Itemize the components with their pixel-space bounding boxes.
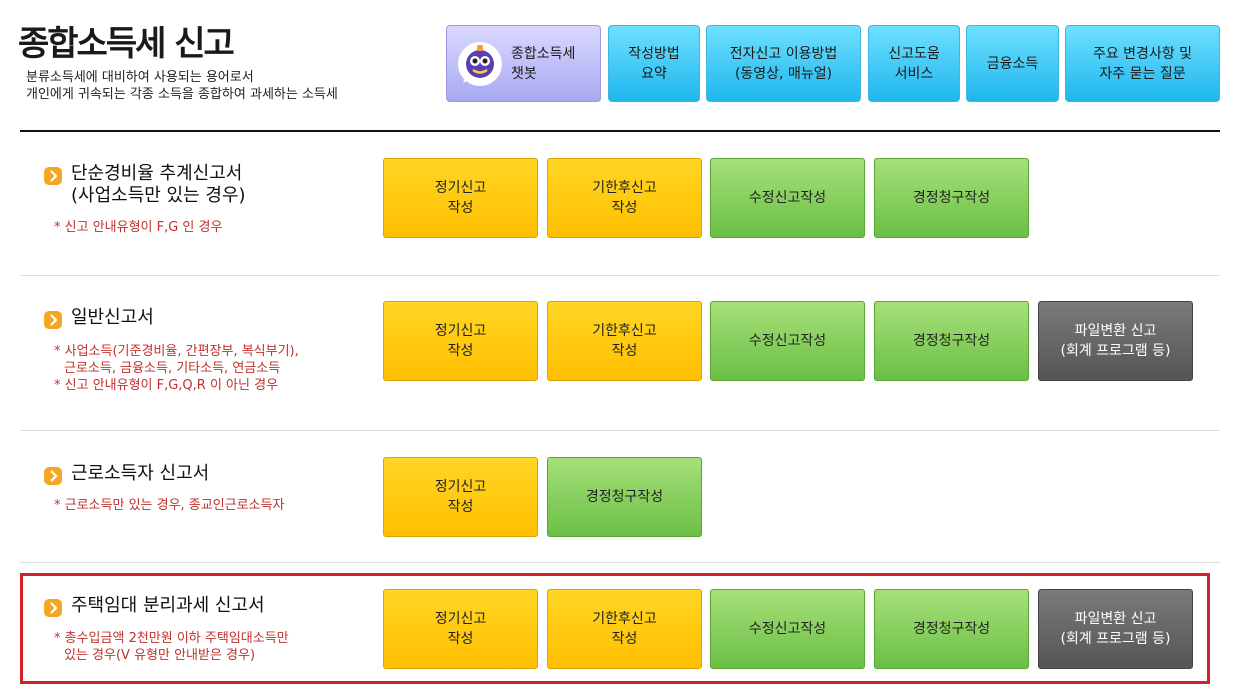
section-notes: * 사업소득(기준경비율, 간편장부, 복식부기), 근로소득, 금융소득, 기… (54, 343, 299, 394)
chatbot-icon (458, 41, 502, 86)
note-line: * 근로소득만 있는 경우, 종교인근로소득자 (54, 498, 285, 513)
button-label: 파일변환 신고 (회계 프로그램 등) (1060, 611, 1171, 647)
section-heading: 근로소득자 신고서 (44, 463, 209, 485)
note-line: * 신고 안내유형이 F,G 인 경우 (54, 220, 223, 235)
e-filing-guide-button[interactable]: 전자신고 이용방법 (동영상, 매뉴얼) (706, 25, 861, 102)
correction-claim-button[interactable]: 경정청구작성 (874, 589, 1029, 669)
button-label: 수정신고작성 (748, 333, 827, 349)
button-label: 경정청구작성 (912, 333, 991, 349)
button-label: 신고도움 서비스 (888, 45, 940, 82)
section-title: 주택임대 분리과세 신고서 (71, 595, 265, 617)
section-divider (20, 430, 1220, 431)
writing-guide-button[interactable]: 작성방법 요약 (608, 25, 700, 102)
chevron-bullet-icon (44, 599, 62, 617)
amended-filing-button[interactable]: 수정신고작성 (710, 158, 865, 238)
section-notes: * 총수입금액 2천만원 이하 주택임대소득만 있는 경우(V 유형만 안내받은… (54, 630, 289, 664)
correction-claim-button[interactable]: 경정청구작성 (547, 457, 702, 537)
filing-help-button[interactable]: 신고도움 서비스 (868, 25, 960, 102)
button-label: 수정신고작성 (748, 621, 827, 637)
regular-filing-button[interactable]: 정기신고 작성 (383, 158, 538, 238)
button-label: 작성방법 요약 (628, 45, 680, 82)
note-line: 근로소득, 금융소득, 기타소득, 연금소득 (64, 361, 281, 376)
late-filing-button[interactable]: 기한후신고 작성 (547, 589, 702, 669)
button-label: 정기신고 작성 (434, 323, 487, 359)
section-heading: 주택임대 분리과세 신고서 (44, 595, 265, 617)
section-heading: 일반신고서 (44, 307, 154, 329)
section-simple-expense: 단순경비율 추계신고서 (사업소득만 있는 경우) * 신고 안내유형이 F,G… (20, 158, 1220, 240)
section-title-line: 근로소득자 신고서 (71, 463, 210, 484)
regular-filing-button[interactable]: 정기신고 작성 (383, 589, 538, 669)
page-title: 종합소득세 신고 (18, 24, 235, 64)
chatbot-label: 종합소득세 챗봇 (511, 45, 576, 82)
section-divider (20, 275, 1220, 276)
header-divider (20, 130, 1220, 132)
section-title-line: 일반신고서 (71, 307, 154, 328)
faq-button[interactable]: 주요 변경사항 및 자주 묻는 질문 (1065, 25, 1220, 102)
note-line: * 신고 안내유형이 F,G,Q,R 이 아닌 경우 (54, 378, 279, 393)
section-heading: 단순경비율 추계신고서 (사업소득만 있는 경우) (44, 163, 246, 207)
section-title-line: 주택임대 분리과세 신고서 (71, 595, 265, 616)
button-label: 정기신고 작성 (434, 180, 487, 216)
amended-filing-button[interactable]: 수정신고작성 (710, 589, 865, 669)
correction-claim-button[interactable]: 경정청구작성 (874, 301, 1029, 381)
button-label: 금융소득 (986, 55, 1039, 72)
button-label: 경정청구작성 (912, 190, 991, 206)
button-label: 정기신고 작성 (434, 611, 487, 647)
section-title-line: 단순경비율 추계신고서 (71, 163, 243, 184)
page-description: 분류소득세에 대비하여 사용되는 용어로서 개인에게 귀속되는 각종 소득을 종… (26, 69, 338, 103)
button-label: 기한후신고 작성 (592, 611, 657, 647)
button-label: 경정청구작성 (585, 489, 664, 505)
description-line: 분류소득세에 대비하여 사용되는 용어로서 (26, 70, 254, 85)
section-general: 일반신고서 * 사업소득(기준경비율, 간편장부, 복식부기), 근로소득, 금… (20, 301, 1220, 393)
section-title: 근로소득자 신고서 (71, 463, 209, 485)
amended-filing-button[interactable]: 수정신고작성 (710, 301, 865, 381)
late-filing-button[interactable]: 기한후신고 작성 (547, 158, 702, 238)
section-notes: * 근로소득만 있는 경우, 종교인근로소득자 (54, 497, 284, 514)
note-line: * 총수입금액 2천만원 이하 주택임대소득만 (54, 631, 289, 646)
button-label: 주요 변경사항 및 자주 묻는 질문 (1092, 45, 1193, 82)
file-conversion-button[interactable]: 파일변환 신고 (회계 프로그램 등) (1038, 589, 1193, 669)
button-label: 전자신고 이용방법 (동영상, 매뉴얼) (729, 45, 838, 82)
chevron-bullet-icon (44, 467, 62, 485)
note-line: 있는 경우(V 유형만 안내받은 경우) (64, 648, 256, 663)
section-divider (20, 562, 1220, 563)
button-label: 기한후신고 작성 (592, 180, 657, 216)
note-line: * 사업소득(기준경비율, 간편장부, 복식부기), (54, 344, 299, 359)
chevron-bullet-icon (44, 311, 62, 329)
section-housing-rental: 주택임대 분리과세 신고서 * 총수입금액 2천만원 이하 주택임대소득만 있는… (20, 589, 1220, 671)
button-label: 파일변환 신고 (회계 프로그램 등) (1060, 323, 1171, 359)
description-line: 개인에게 귀속되는 각종 소득을 종합하여 과세하는 소득세 (26, 87, 338, 102)
button-label: 기한후신고 작성 (592, 323, 657, 359)
section-notes: * 신고 안내유형이 F,G 인 경우 (54, 219, 222, 236)
chatbot-button[interactable]: 종합소득세 챗봇 (446, 25, 601, 102)
section-employee: 근로소득자 신고서 * 근로소득만 있는 경우, 종교인근로소득자 정기신고 작… (20, 457, 1220, 539)
button-label: 정기신고 작성 (434, 479, 487, 515)
file-conversion-button[interactable]: 파일변환 신고 (회계 프로그램 등) (1038, 301, 1193, 381)
regular-filing-button[interactable]: 정기신고 작성 (383, 457, 538, 537)
section-title: 일반신고서 (71, 307, 154, 329)
correction-claim-button[interactable]: 경정청구작성 (874, 158, 1029, 238)
financial-income-button[interactable]: 금융소득 (966, 25, 1059, 102)
late-filing-button[interactable]: 기한후신고 작성 (547, 301, 702, 381)
button-label: 수정신고작성 (748, 190, 827, 206)
section-title-line: (사업소득만 있는 경우) (71, 185, 246, 206)
chevron-bullet-icon (44, 167, 62, 185)
button-label: 경정청구작성 (912, 621, 991, 637)
section-title: 단순경비율 추계신고서 (사업소득만 있는 경우) (71, 163, 246, 207)
regular-filing-button[interactable]: 정기신고 작성 (383, 301, 538, 381)
